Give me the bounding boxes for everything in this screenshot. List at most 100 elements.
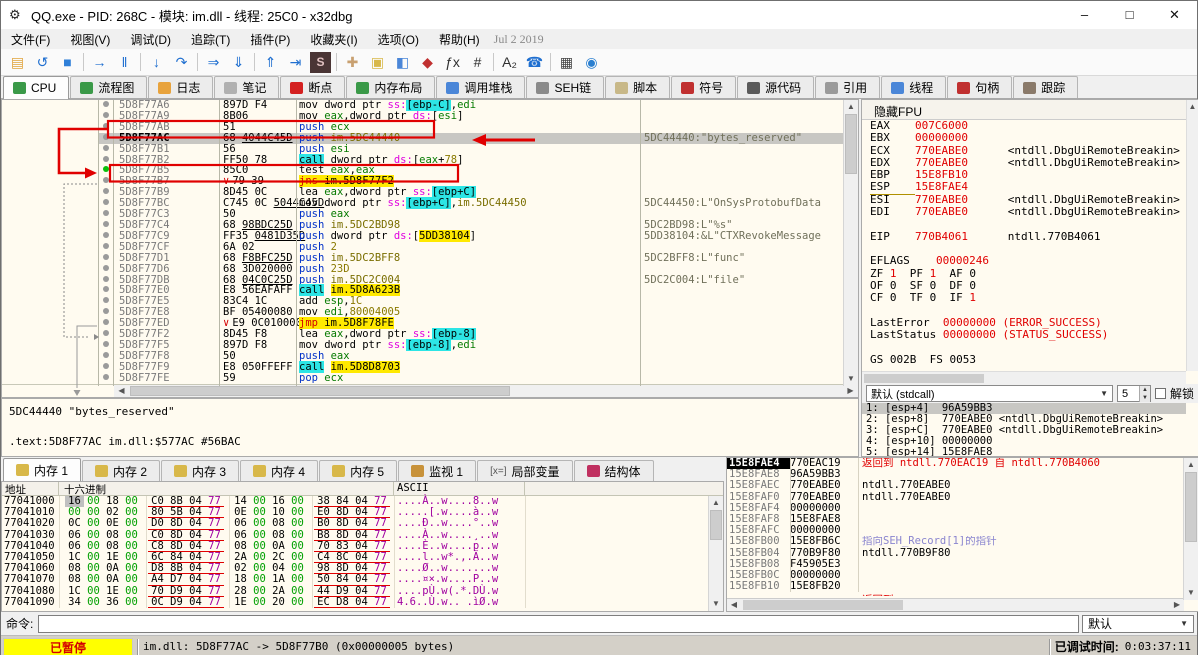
breakpoint-cell[interactable]	[98, 340, 114, 351]
tab-源代码[interactable]: 源代码	[737, 76, 815, 98]
byte[interactable]: 34	[65, 596, 84, 608]
hide-fpu-button[interactable]: 隐藏FPU	[862, 100, 1198, 120]
breakpoint-cell[interactable]	[98, 242, 114, 253]
byte[interactable]: 77	[205, 596, 224, 608]
byte[interactable]: 04	[352, 574, 371, 586]
menu-item[interactable]: 文件(F)	[1, 29, 60, 50]
byte[interactable]: 04	[352, 518, 371, 530]
run-button[interactable]: →	[87, 51, 112, 74]
open-file-button[interactable]: ▤	[5, 51, 30, 74]
breakpoint-cell[interactable]	[98, 362, 114, 373]
byte[interactable]: 8D	[167, 518, 186, 530]
byte[interactable]: 0C	[148, 596, 167, 608]
breakpoint-cell[interactable]	[98, 318, 114, 329]
registers-vscrollbar[interactable]: ▲	[1186, 100, 1198, 371]
byte[interactable]: 50	[314, 574, 333, 586]
stack-row[interactable]: 15E8FB10 15E8FB20	[727, 580, 1198, 592]
step-over-button[interactable]: ↷	[169, 51, 194, 74]
patch-button[interactable]: ✚	[340, 51, 365, 74]
functions-button[interactable]: ƒx	[440, 51, 465, 74]
tab-日志[interactable]: 日志	[148, 76, 214, 98]
byte[interactable]: 8D	[333, 518, 352, 530]
breakpoint-cell[interactable]	[98, 264, 114, 275]
tab-内存 5[interactable]: 内存 5	[319, 460, 398, 481]
byte[interactable]: EC	[314, 596, 333, 608]
calculator-button[interactable]: ▦	[554, 51, 579, 74]
byte[interactable]: 00	[288, 596, 307, 608]
breakpoint-cell[interactable]	[98, 329, 114, 340]
byte[interactable]: 00	[250, 518, 269, 529]
byte[interactable]: 77	[371, 518, 390, 530]
minimize-button[interactable]: –	[1062, 1, 1107, 29]
argument-row[interactable]: 5: [esp+14] 15E8FAE8	[862, 447, 1186, 457]
tab-局部变量[interactable]: [x=] 局部变量	[477, 460, 573, 481]
breakpoint-cell[interactable]	[98, 253, 114, 264]
byte[interactable]: 0E	[103, 518, 122, 529]
tab-句柄[interactable]: 句柄	[947, 76, 1013, 98]
byte[interactable]: 00	[122, 585, 141, 597]
stack-row[interactable]: 15E8FB00 15E8FB6C 指向SEH_Record[1]的指针	[727, 536, 1198, 547]
register-line[interactable]: LastStatus 00000000 (STATUS_SUCCESS)	[862, 328, 1186, 341]
byte[interactable]: 04	[186, 574, 205, 586]
byte[interactable]: 1E	[103, 585, 122, 597]
byte[interactable]: 77	[205, 574, 224, 586]
command-mode-select[interactable]: 默认 ▼	[1082, 614, 1194, 633]
breakpoint-cell[interactable]	[98, 231, 114, 242]
breakpoint-cell[interactable]	[98, 373, 114, 384]
dump-vscrollbar[interactable]: ▲ ▼	[708, 496, 723, 611]
tab-跟踪[interactable]: 跟踪	[1013, 76, 1079, 98]
comments-button[interactable]: ▣	[365, 51, 390, 74]
byte[interactable]: 77	[205, 585, 224, 597]
highlight-button[interactable]: A₂	[497, 51, 522, 74]
breakpoint-cell[interactable]	[98, 155, 114, 166]
byte[interactable]: 1A	[269, 574, 288, 585]
breakpoint-cell[interactable]	[98, 165, 114, 176]
byte[interactable]: 00	[84, 596, 103, 608]
byte[interactable]: 00	[288, 574, 307, 585]
scylla-button[interactable]: S	[310, 51, 331, 73]
byte[interactable]: 00	[84, 518, 103, 529]
breakpoint-cell[interactable]	[98, 176, 114, 187]
byte[interactable]: 00	[122, 596, 141, 608]
byte[interactable]: 20	[269, 596, 288, 608]
breakpoint-cell[interactable]	[98, 187, 114, 198]
byte[interactable]: 04	[186, 596, 205, 608]
tab-内存布局[interactable]: 内存布局	[346, 76, 436, 98]
register-line[interactable]: EIP 770B4061 ntdll.770B4061	[862, 230, 1186, 243]
tab-SEH链[interactable]: SEH链	[526, 76, 605, 98]
disassembly-hscrollbar[interactable]: ◀ ▶	[2, 384, 858, 397]
breakpoint-cell[interactable]	[98, 100, 114, 111]
byte[interactable]: 04	[186, 518, 205, 530]
byte[interactable]: 08	[269, 518, 288, 529]
byte[interactable]: 00	[84, 585, 103, 597]
register-line[interactable]: EDI 770EABE0 <ntdll.DbgUiRemoteBreakin>	[862, 205, 1186, 218]
globe-button[interactable]: ◉	[579, 51, 604, 74]
breakpoint-cell[interactable]	[98, 275, 114, 286]
dump-row[interactable]: 77041070 08 00 0A 00 A4 D7 04 77 18 00 1A 00 50 84 04 77…	[2, 574, 723, 586]
byte[interactable]: 77	[371, 585, 390, 597]
byte[interactable]: 04	[186, 585, 205, 597]
menu-item[interactable]: 插件(P)	[240, 29, 300, 50]
tab-断点[interactable]: 断点	[280, 76, 346, 98]
close-button[interactable]: ✕	[1152, 1, 1197, 29]
run-until-return-button[interactable]: ⇑	[258, 51, 283, 74]
menu-item[interactable]: 收藏夹(I)	[300, 29, 367, 50]
byte[interactable]: 00	[122, 518, 141, 529]
command-input[interactable]	[38, 614, 1079, 633]
breakpoint-cell[interactable]	[98, 111, 114, 122]
hash-button[interactable]: #	[465, 51, 490, 74]
tab-内存 2[interactable]: 内存 2	[82, 460, 161, 481]
disasm-row[interactable]: 5D8F77D6 68 3D020000 push 23D	[2, 263, 858, 275]
byte[interactable]: D9	[167, 585, 186, 597]
breakpoint-cell[interactable]	[98, 122, 114, 133]
byte[interactable]: 00	[250, 574, 269, 585]
byte[interactable]: 00	[250, 596, 269, 608]
byte[interactable]: 0C	[65, 518, 84, 529]
register-line[interactable]: EDX 770EABE0 <ntdll.DbgUiRemoteBreakin>	[862, 156, 1186, 169]
breakpoint-cell[interactable]	[98, 220, 114, 231]
tab-内存 1[interactable]: 内存 1	[3, 458, 82, 481]
tab-引用[interactable]: 引用	[815, 76, 881, 98]
byte[interactable]: 0A	[103, 574, 122, 585]
menu-item[interactable]: 选项(O)	[368, 29, 429, 50]
disasm-row[interactable]: 5D8F77D1 68 F8BFC25D push im.5DC2BFF8 5DC2B…	[2, 252, 858, 264]
